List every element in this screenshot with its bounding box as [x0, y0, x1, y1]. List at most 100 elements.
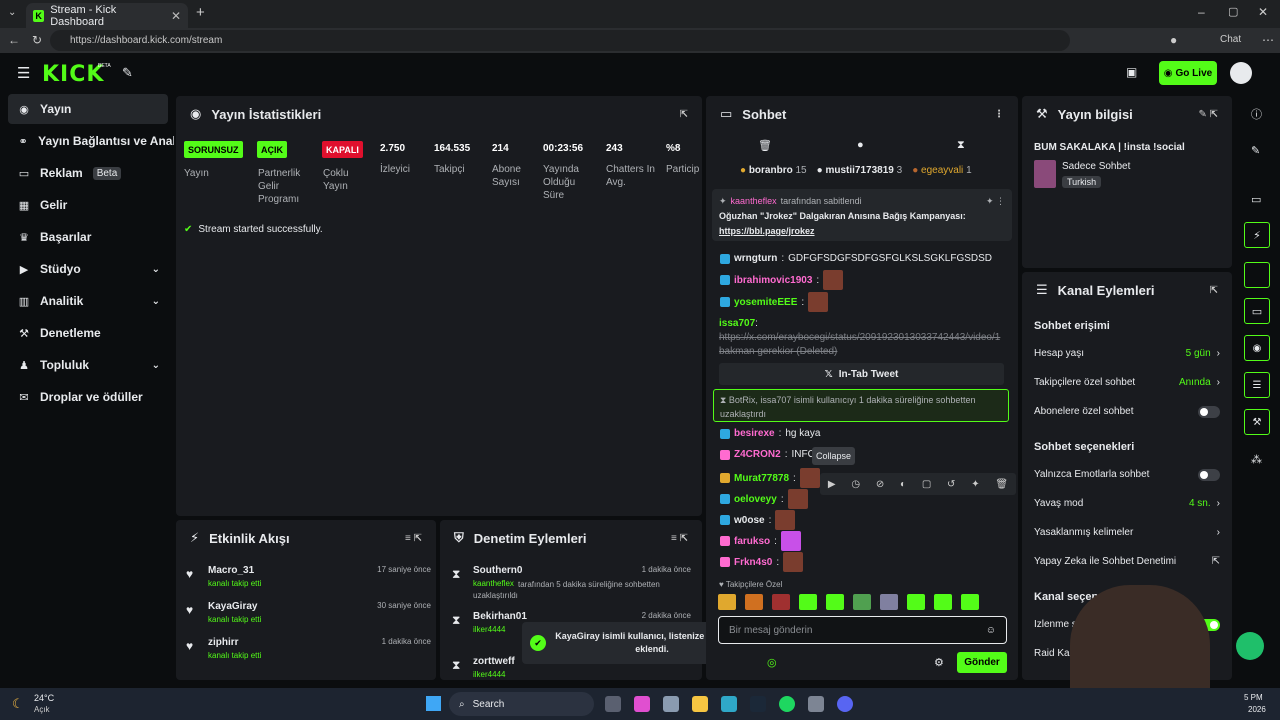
community-icon[interactable]: ⁂ — [1251, 453, 1262, 466]
list-icon[interactable]: ☰ — [1244, 372, 1270, 398]
store-icon[interactable] — [663, 696, 679, 712]
send-button[interactable]: Gönder — [957, 652, 1007, 673]
gifter-item[interactable]: ● boranbro 15 — [740, 165, 807, 176]
maximize-icon[interactable]: ▢ — [1228, 5, 1238, 18]
back-icon[interactable]: ← — [8, 33, 20, 47]
clock-time[interactable]: 5 PM — [1244, 693, 1263, 702]
browser-tab[interactable]: K Stream - Kick Dashboard ✕ — [26, 3, 188, 28]
layout-icon[interactable]: ▭ — [1251, 193, 1261, 206]
windows-start-icon[interactable] — [426, 696, 441, 711]
pin-icon[interactable]: ✦ — [971, 479, 979, 490]
steam-icon[interactable] — [750, 696, 766, 712]
gifter-item[interactable]: ● egeayvali 1 — [912, 165, 971, 176]
taskbar-search[interactable]: ⌕ Search — [449, 692, 594, 716]
setting-row[interactable]: Takipçilere özel sohbet Anında › — [1034, 377, 1220, 388]
close-tab-icon[interactable]: ✕ — [171, 9, 181, 23]
chat-message-deleted[interactable]: issa707: https://x.com/eraybocegi/status/… — [719, 317, 1004, 359]
popout-icon[interactable]: ⇱ — [1210, 285, 1218, 296]
pinned-message[interactable]: ✦ kaantheflex tarafından sabitlendi ✦ ⋮ Oğu… — [712, 189, 1012, 241]
edit-icon[interactable]: ✎ — [1251, 144, 1260, 157]
wrench-icon[interactable]: ⚒ — [1244, 409, 1270, 435]
user-avatar[interactable] — [1230, 62, 1252, 84]
setting-row[interactable]: Yalnızca Emotlarla sohbet — [1034, 469, 1220, 481]
close-window-icon[interactable]: ✕ — [1258, 5, 1268, 19]
sidebar-item-denetleme[interactable]: ⚒ Denetleme — [8, 318, 168, 348]
kick-logo[interactable]: KICK — [42, 62, 104, 87]
popout-icon[interactable]: ⇱ — [680, 109, 688, 120]
kick-coin-icon[interactable]: ◎ — [767, 656, 777, 669]
chat-message-input[interactable]: Bir mesaj gönderin ☺ — [718, 616, 1007, 644]
clock-icon[interactable]: ◷ — [851, 479, 860, 490]
chat-button[interactable]: Chat — [1220, 34, 1241, 45]
bolt-icon[interactable]: ⚡ — [1244, 222, 1270, 248]
new-tab-icon[interactable]: + — [196, 4, 205, 21]
panel-toggle-icon[interactable] — [1244, 262, 1270, 288]
camera-icon[interactable]: ▣ — [1126, 65, 1137, 79]
settings-gear-icon[interactable]: ⚙ — [934, 656, 944, 669]
chat-message[interactable]: farukso: — [720, 531, 801, 551]
reload-icon[interactable]: ↻ — [32, 33, 42, 47]
info-icon[interactable]: ⓘ — [1251, 106, 1262, 122]
chat-message[interactable]: oeloveyy: — [720, 489, 808, 509]
tag-badge[interactable]: Turkish — [1062, 176, 1102, 188]
sidebar-item-droplar[interactable]: ✉ Droplar ve ödüller — [8, 382, 168, 412]
tab-list-icon[interactable]: ⌄ — [8, 7, 16, 18]
minimize-icon[interactable]: – — [1198, 5, 1205, 19]
setting-row[interactable]: Yasaklanmış kelimeler › — [1034, 527, 1220, 538]
menu-dots-icon[interactable]: ⋯ — [1262, 33, 1274, 47]
undo-icon[interactable]: ↺ — [947, 479, 955, 490]
weather-temp[interactable]: 24°C — [34, 693, 54, 703]
chat-message[interactable]: Murat77878: — [720, 468, 820, 488]
chat-icon[interactable]: ▭ — [1244, 298, 1270, 324]
ban-icon[interactable]: ⊘ — [876, 479, 884, 490]
spotify-icon[interactable] — [779, 696, 795, 712]
url-input[interactable]: https://dashboard.kick.com/stream — [50, 30, 1070, 51]
tools-icon[interactable]: ✎ — [122, 65, 133, 81]
toggle-switch[interactable] — [1198, 406, 1220, 418]
trash-tab-icon[interactable]: 🗑 — [758, 139, 772, 152]
weather-desc[interactable]: Açık — [34, 705, 50, 714]
sidebar-item-basarilar[interactable]: ♛ Başarılar — [8, 222, 168, 252]
chat-message[interactable]: besirexe: hg kaya — [720, 428, 820, 439]
pinned-link[interactable]: https://bbl.page/jrokez — [719, 224, 1005, 239]
support-bubble-icon[interactable] — [1236, 632, 1264, 660]
edit-popout-icon[interactable]: ✎ ⇱ — [1198, 109, 1218, 120]
clock-date[interactable]: 2026 — [1248, 705, 1266, 714]
emote-bar[interactable] — [718, 594, 1008, 612]
sidebar-item-reklam[interactable]: ▭ Reklam Beta — [8, 158, 168, 188]
more-icon[interactable]: ⋮ — [994, 109, 1004, 120]
setting-row[interactable]: Hesap yaşı 5 gün › — [1034, 348, 1220, 359]
signal-icon[interactable]: ◉ — [1244, 335, 1270, 361]
chat-tab-icon[interactable]: ● — [857, 139, 864, 151]
pin-action-icon[interactable]: ✦ ⋮ — [986, 194, 1005, 209]
chat-message[interactable]: w0ose: — [720, 510, 796, 530]
toggle-switch[interactable] — [1198, 469, 1220, 481]
sidebar-item-topluluk[interactable]: ♟ Topluluk ⌄ — [8, 350, 168, 380]
chat-message[interactable]: Z4CRON2: INFO — [720, 449, 815, 460]
chat-message[interactable]: ibrahimovic1903: — [720, 270, 844, 290]
gifter-item[interactable]: ● mustii7173819 3 — [817, 165, 903, 176]
profile-avatar-icon[interactable]: ● — [1170, 33, 1177, 47]
sidebar-item-analitik[interactable]: ▥ Analitik ⌄ — [8, 286, 168, 316]
chat-message[interactable]: yosemiteEEE: — [720, 292, 829, 312]
setting-row[interactable]: Yavaş mod 4 sn. › — [1034, 498, 1220, 509]
edge-icon[interactable] — [721, 696, 737, 712]
filter-icon[interactable]: ≡ ⇱ — [405, 533, 422, 544]
copy-icon[interactable]: ▢ — [922, 479, 931, 490]
sidebar-item-studyo[interactable]: ▶ Stüdyo ⌄ — [8, 254, 168, 284]
setting-row[interactable]: Yapay Zeka ile Sohbet Denetimi ⇱ — [1034, 556, 1220, 567]
category-name[interactable]: Sadece Sohbet — [1062, 161, 1130, 172]
setting-row[interactable]: Abonelere özel sohbet — [1034, 406, 1220, 418]
github-icon[interactable] — [808, 696, 824, 712]
discord-icon[interactable] — [837, 696, 853, 712]
sidebar-item-yayin[interactable]: ◉ Yayın — [8, 94, 168, 124]
sidebar-item-gelir[interactable]: ▦ Gelir — [8, 190, 168, 220]
play-icon[interactable]: ▶ — [828, 479, 836, 490]
sidebar-item-stream-key[interactable]: ⚭Yayın Bağlantısı ve Anahtarı — [8, 126, 174, 156]
chat-message[interactable]: Frkn4s0: — [720, 552, 804, 572]
emoji-icon[interactable]: ☺ — [986, 625, 996, 636]
category-thumbnail[interactable] — [1034, 160, 1056, 188]
hamburger-icon[interactable]: ☰ — [17, 64, 30, 82]
delete-icon[interactable]: 🗑 — [995, 479, 1008, 490]
go-live-button[interactable]: ◉ Go Live — [1159, 61, 1217, 85]
